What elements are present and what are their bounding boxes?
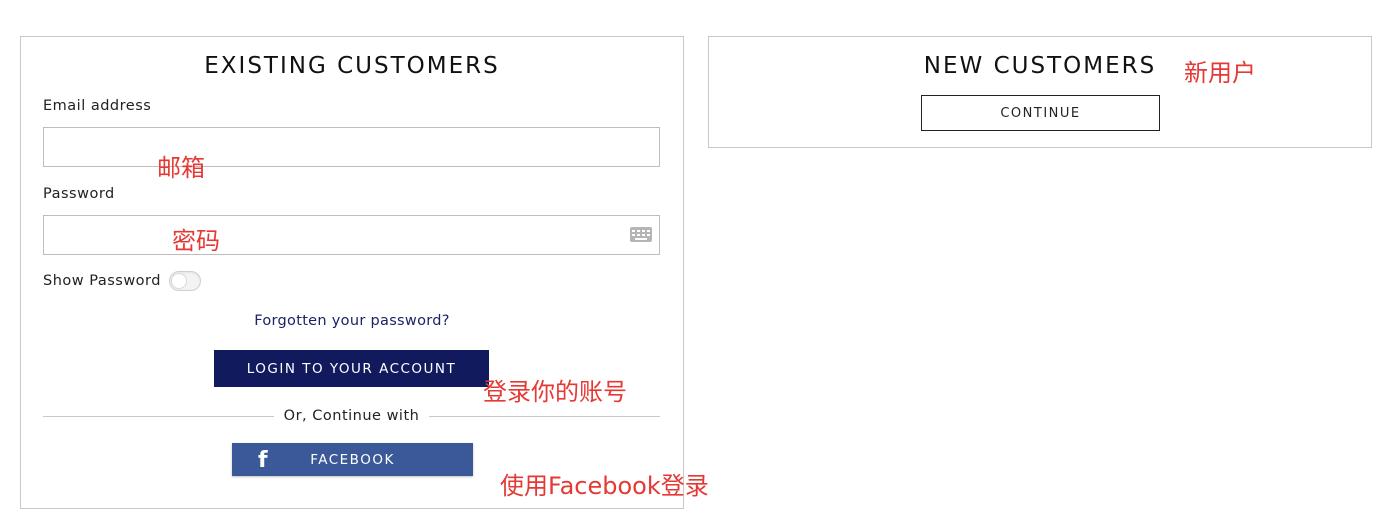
continue-button[interactable]: CONTINUE bbox=[921, 95, 1160, 131]
existing-customers-panel: EXISTING CUSTOMERS Email address Passwor… bbox=[20, 36, 684, 509]
password-label: Password bbox=[43, 186, 115, 202]
annotation-new-user: 新用户 bbox=[1184, 59, 1256, 87]
facebook-f-icon: f bbox=[258, 448, 270, 473]
new-customers-title: NEW CUSTOMERS bbox=[923, 53, 1157, 79]
divider-line-left bbox=[43, 415, 274, 417]
annotation-login: 登录你的账号 bbox=[483, 378, 627, 406]
password-input[interactable] bbox=[43, 215, 660, 255]
facebook-login-button[interactable]: f FACEBOOK bbox=[232, 443, 473, 476]
login-button[interactable]: LOGIN TO YOUR ACCOUNT bbox=[214, 350, 489, 387]
email-input[interactable] bbox=[43, 127, 660, 167]
password-field bbox=[43, 215, 660, 255]
show-password-row: Show Password bbox=[43, 271, 201, 291]
facebook-button-label: FACEBOOK bbox=[310, 451, 395, 468]
keyboard-icon[interactable] bbox=[630, 227, 652, 242]
divider-line-right bbox=[429, 415, 661, 417]
annotation-password: 密码 bbox=[172, 227, 220, 255]
show-password-toggle[interactable] bbox=[168, 271, 201, 291]
existing-customers-title: EXISTING CUSTOMERS bbox=[204, 53, 500, 79]
divider-text: Or, Continue with bbox=[283, 408, 420, 424]
continue-with-divider: Or, Continue with bbox=[43, 406, 661, 426]
forgot-password-link[interactable]: Forgotten your password? bbox=[21, 313, 683, 329]
email-label: Email address bbox=[43, 98, 152, 114]
annotation-facebook: 使用Facebook登录 bbox=[500, 472, 709, 500]
show-password-label: Show Password bbox=[43, 273, 161, 289]
toggle-knob bbox=[170, 273, 187, 289]
annotation-email: 邮箱 bbox=[157, 154, 205, 182]
new-customers-panel: NEW CUSTOMERS CONTINUE bbox=[708, 36, 1372, 148]
